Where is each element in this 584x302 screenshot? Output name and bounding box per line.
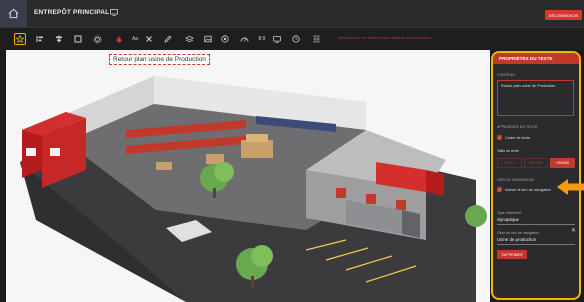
pointer-arrow-icon — [557, 179, 584, 195]
size-medium-button[interactable]: MOYEN — [523, 158, 549, 168]
app-title: ENTREPÔT PRINCIPAL — [34, 9, 110, 16]
layers-icon — [184, 35, 194, 43]
type-select[interactable]: Synoptique — [497, 217, 519, 222]
toolbar-hint: Sélectionnez un élément pour afficher se… — [338, 35, 432, 40]
link-checkbox-label: Activer le lien de navigation — [505, 187, 552, 192]
target-select-underline — [497, 244, 575, 245]
type-section-label: Type d'élément — [497, 211, 522, 215]
panel-header: PROPRIÉTÉS DU TEXTE — [493, 53, 579, 64]
home-button[interactable] — [0, 0, 27, 27]
appearance-section-label: APPARENCE DU TEXTE — [497, 125, 538, 129]
clear-target-icon[interactable]: ✕ — [571, 227, 576, 234]
link-checkbox[interactable]: ✓ — [497, 187, 502, 192]
gauge-icon — [240, 37, 248, 42]
size-small-button[interactable]: PETIT — [497, 158, 522, 168]
text-properties-panel: PROPRIÉTÉS DU TEXTE CONTENU Retour plan … — [491, 51, 581, 300]
editor-toolbar: Aa 8:9 — [0, 27, 584, 51]
home-icon — [8, 8, 19, 19]
link-option[interactable]: ✓ Activer le lien de navigation — [497, 187, 551, 192]
align-left-icon — [36, 36, 43, 42]
type-select-underline — [497, 224, 575, 225]
text-color-button[interactable] — [114, 33, 124, 45]
frame-option[interactable]: ✓ Cadre de texte — [497, 135, 530, 140]
target-button[interactable] — [220, 33, 230, 45]
gear-icon — [93, 35, 101, 43]
delete-button[interactable]: SUPPRIMER — [497, 250, 527, 259]
size-large-button[interactable]: GRAND — [550, 158, 576, 168]
target-icon — [221, 35, 229, 43]
star-icon — [16, 35, 24, 43]
close-icon — [146, 36, 152, 42]
frame-checkbox-label: Cadre de texte — [505, 135, 530, 140]
favorite-button[interactable] — [14, 33, 26, 45]
size-section-label: Taille du texte — [497, 149, 519, 153]
zoom-value[interactable]: 8:9 — [256, 33, 268, 45]
target-section-label: Cible du lien de navigation — [497, 231, 540, 235]
widget-button[interactable] — [238, 33, 250, 45]
align-center-icon — [56, 35, 62, 43]
content-textarea[interactable]: Retour plan usine de Production — [497, 80, 574, 116]
grid-button[interactable] — [310, 33, 322, 45]
top-bar: ENTREPÔT PRINCIPAL DÉCONNEXION — [0, 0, 584, 27]
display-button[interactable] — [272, 33, 282, 45]
clock-icon — [291, 35, 300, 43]
font-button[interactable]: Aa — [129, 33, 141, 45]
text-size-selector: PETIT MOYEN GRAND — [497, 158, 576, 168]
edit-button[interactable] — [163, 33, 173, 45]
warehouse-illustration — [20, 76, 487, 302]
paint-drop-icon — [116, 35, 122, 42]
screen-icon — [273, 35, 281, 43]
settings-button[interactable] — [92, 33, 102, 45]
align-center-button[interactable] — [54, 33, 64, 45]
history-button[interactable] — [290, 33, 302, 45]
target-select[interactable]: Usine de production — [497, 237, 536, 242]
content-section-label: CONTENU — [497, 73, 515, 77]
frame-button[interactable] — [73, 33, 83, 45]
frame-checkbox[interactable]: ✓ — [497, 135, 502, 140]
remove-format-button[interactable] — [144, 33, 154, 45]
image-icon — [204, 35, 212, 43]
frame-icon — [74, 35, 82, 43]
pencil-icon — [164, 35, 172, 43]
image-button[interactable] — [203, 33, 213, 45]
grid-icon — [312, 35, 320, 43]
link-section-label: LIEN DE NAVIGATION — [497, 178, 534, 182]
monitor-icon[interactable] — [110, 9, 118, 16]
navigation-text-label[interactable]: Retour plan usine de Production — [109, 54, 210, 65]
align-left-button[interactable] — [35, 33, 45, 45]
layers-button[interactable] — [183, 33, 195, 45]
logout-button[interactable]: DÉCONNEXION — [545, 10, 582, 20]
synoptic-canvas[interactable]: Retour plan usine de Production — [6, 50, 490, 302]
